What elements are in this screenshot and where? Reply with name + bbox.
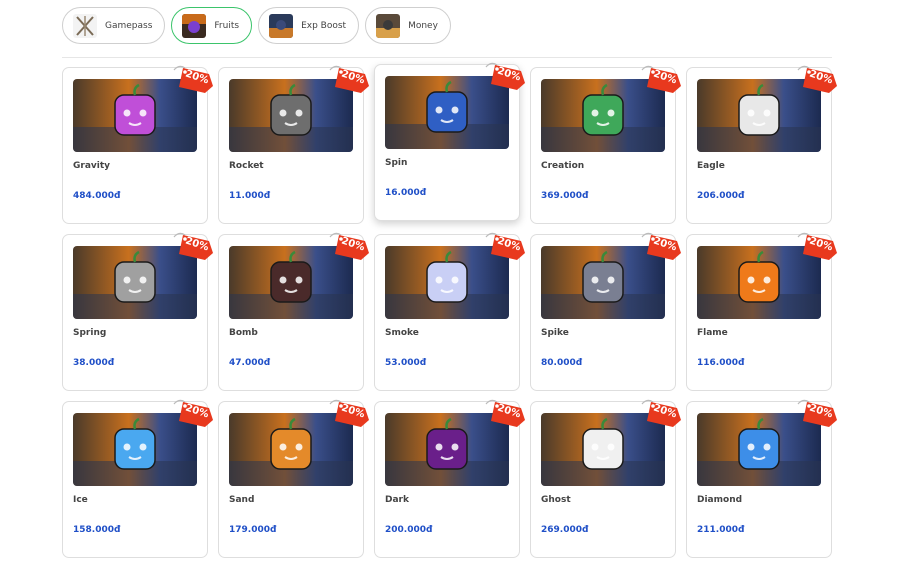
product-price: 11.000đ (229, 191, 271, 201)
tab-label: Money (408, 20, 438, 31)
product-name: Spring (73, 328, 107, 338)
product-card[interactable]: Spin 16.000đ 20% (374, 62, 525, 221)
discount-tag: 20% (483, 61, 527, 91)
product-price: 206.000đ (697, 191, 745, 201)
product-price: 116.000đ (697, 358, 745, 368)
tab-label: Exp Boost (301, 20, 347, 31)
discount-tag: 20% (327, 231, 371, 261)
crossed-swords-icon (73, 13, 97, 38)
product-card[interactable]: Creation 369.000đ 20% (530, 65, 681, 224)
discount-tag: 20% (639, 64, 683, 94)
product-card[interactable]: Ice 158.000đ 20% (62, 399, 213, 558)
product-name: Diamond (697, 495, 743, 505)
product-price: 16.000đ (385, 188, 427, 198)
product-card[interactable]: Eagle 206.000đ 20% (686, 65, 837, 224)
tab-exp-boost[interactable]: Exp Boost (258, 7, 360, 44)
product-price: 484.000đ (73, 191, 121, 201)
product-name: Bomb (229, 328, 258, 338)
discount-tag: 20% (171, 231, 215, 261)
product-price: 158.000đ (73, 525, 121, 535)
product-card[interactable]: Spike 80.000đ 20% (530, 232, 681, 391)
tab-money[interactable]: Money (365, 7, 451, 44)
product-price: 179.000đ (229, 525, 277, 535)
discount-tag: 20% (795, 231, 839, 261)
discount-tag: 20% (327, 398, 371, 428)
character-icon (376, 13, 401, 38)
tab-fruits[interactable]: Fruits (171, 7, 253, 44)
category-tabs: Gamepass Fruits Exp Boost Money (62, 7, 451, 44)
product-price: 369.000đ (541, 191, 589, 201)
product-card[interactable]: Smoke 53.000đ 20% (374, 232, 525, 391)
product-card[interactable]: Diamond 211.000đ 20% (686, 399, 837, 558)
product-name: Gravity (73, 161, 111, 171)
product-name: Flame (697, 328, 728, 338)
discount-tag: 20% (639, 398, 683, 428)
discount-tag: 20% (795, 64, 839, 94)
product-card[interactable]: Flame 116.000đ 20% (686, 232, 837, 391)
product-name: Creation (541, 161, 585, 171)
divider (62, 57, 832, 58)
product-name: Spike (541, 328, 569, 338)
product-price: 269.000đ (541, 525, 589, 535)
product-name: Dark (385, 495, 409, 505)
product-name: Sand (229, 495, 255, 505)
discount-tag: 20% (795, 398, 839, 428)
product-card[interactable]: Rocket 11.000đ 20% (218, 65, 369, 224)
discount-tag: 20% (171, 398, 215, 428)
product-price: 47.000đ (229, 358, 271, 368)
product-name: Eagle (697, 161, 725, 171)
discount-tag: 20% (171, 64, 215, 94)
product-card[interactable]: Sand 179.000đ 20% (218, 399, 369, 558)
product-price: 38.000đ (73, 358, 115, 368)
product-card[interactable]: Bomb 47.000đ 20% (218, 232, 369, 391)
product-grid: Gravity 484.000đ 20% Rocket 11.000đ 20% … (62, 62, 837, 558)
product-price: 53.000đ (385, 358, 427, 368)
tab-gamepass[interactable]: Gamepass (62, 7, 166, 44)
character-icon (269, 13, 294, 38)
product-price: 80.000đ (541, 358, 583, 368)
product-name: Ice (73, 495, 88, 505)
tab-label: Fruits (214, 20, 240, 31)
product-name: Spin (385, 158, 408, 168)
product-name: Rocket (229, 161, 264, 171)
product-name: Ghost (541, 495, 571, 505)
product-card[interactable]: Spring 38.000đ 20% (62, 232, 213, 391)
tab-label: Gamepass (105, 20, 153, 31)
discount-tag: 20% (639, 231, 683, 261)
product-card[interactable]: Ghost 269.000đ 20% (530, 399, 681, 558)
product-card[interactable]: Gravity 484.000đ 20% (62, 65, 213, 224)
product-price: 200.000đ (385, 525, 433, 535)
product-price: 211.000đ (697, 525, 745, 535)
product-card[interactable]: Dark 200.000đ 20% (374, 399, 525, 558)
fruit-icon (182, 13, 207, 38)
product-name: Smoke (385, 328, 419, 338)
discount-tag: 20% (483, 231, 527, 261)
discount-tag: 20% (483, 398, 527, 428)
discount-tag: 20% (327, 64, 371, 94)
